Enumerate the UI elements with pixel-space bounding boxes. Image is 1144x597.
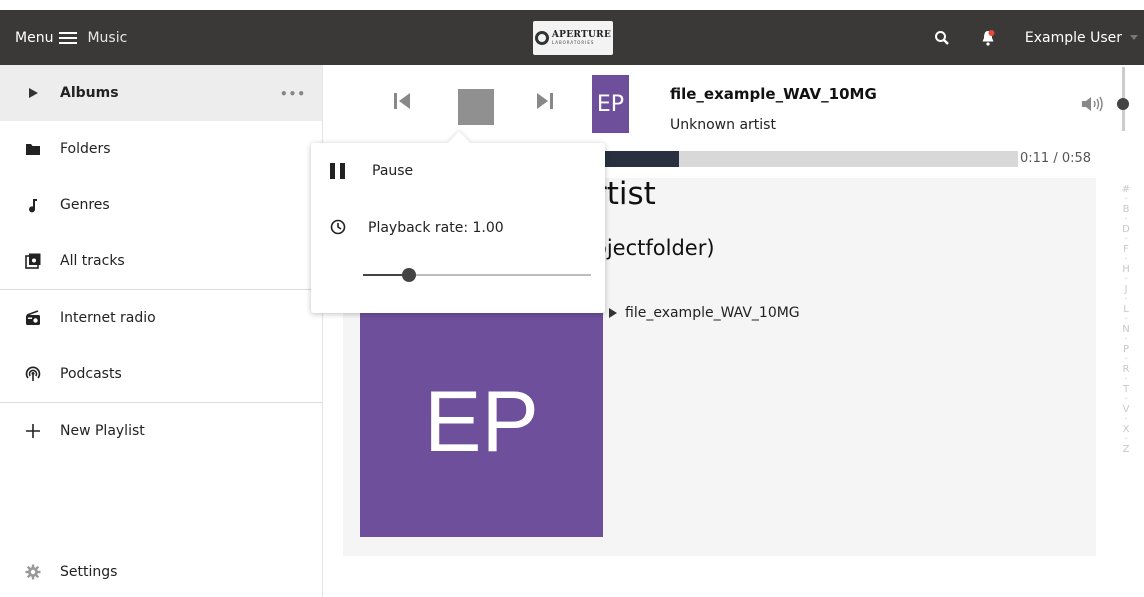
- pause-label: Pause: [372, 163, 414, 179]
- alphabet-index-dot: ·: [1124, 434, 1128, 445]
- playback-rate-label: Playback rate: 1.00: [368, 220, 504, 236]
- playback-time: 0:11 / 0:58: [1020, 151, 1092, 166]
- album-subtitle: ojectfolder): [594, 236, 715, 260]
- notification-icon[interactable]: [979, 29, 997, 47]
- plus-icon: [24, 422, 42, 440]
- pause-menu-item[interactable]: Pause: [330, 163, 413, 179]
- menu-toggle[interactable]: Menu Music: [0, 30, 127, 46]
- alphabet-index-dot: ·: [1124, 414, 1128, 425]
- sidebar-item-internet-radio[interactable]: Internet radio: [0, 290, 322, 346]
- play-triangle-icon: [609, 308, 617, 318]
- music-note-icon: [24, 196, 42, 214]
- sidebar-item-label: Podcasts: [60, 366, 122, 382]
- previous-track-button[interactable]: [394, 91, 412, 111]
- alphabet-index-dot: ·: [1124, 394, 1128, 405]
- settings-label: Settings: [60, 564, 118, 580]
- pause-icon: [330, 163, 348, 179]
- sidebar-item-all-tracks[interactable]: All tracks: [0, 233, 322, 289]
- sidebar-item-label: All tracks: [60, 253, 125, 269]
- app-name: Music: [87, 29, 128, 46]
- progress-bar[interactable]: [600, 151, 1018, 167]
- menu-label: Menu: [15, 29, 54, 46]
- now-playing-title: file_example_WAV_10MG: [670, 85, 877, 103]
- library-icon: [24, 252, 42, 270]
- sidebar-item-label: Internet radio: [60, 310, 156, 326]
- sidebar-item-podcasts[interactable]: Podcasts: [0, 346, 322, 402]
- next-track-button[interactable]: [535, 91, 553, 111]
- clock-icon: [330, 219, 348, 237]
- chevron-down-icon[interactable]: [1130, 35, 1138, 40]
- progress-bar-fill: [600, 151, 680, 167]
- folder-icon: [24, 140, 42, 158]
- alphabet-index-dot: ·: [1124, 234, 1128, 245]
- search-icon[interactable]: [933, 29, 951, 47]
- logo[interactable]: APERTURE LABORATORIES: [533, 21, 613, 55]
- sidebar-item-albums[interactable]: Albums •••: [0, 65, 322, 121]
- alphabet-index-dot: ·: [1124, 334, 1128, 345]
- hamburger-icon: [59, 31, 78, 44]
- alphabet-index-dot: ·: [1124, 214, 1128, 225]
- alphabet-index-dot: ·: [1124, 274, 1128, 285]
- alphabet-index-dot: ·: [1124, 314, 1128, 325]
- album-cover[interactable]: EP: [360, 308, 603, 537]
- track-title: file_example_WAV_10MG: [625, 305, 800, 321]
- alphabet-index-dot: ·: [1124, 354, 1128, 365]
- volume-slider-handle[interactable]: [1117, 98, 1129, 110]
- sidebar-item-folders[interactable]: Folders: [0, 121, 322, 177]
- sidebar-item-label: Folders: [60, 141, 111, 157]
- sidebar-item-label: Albums: [60, 85, 119, 101]
- alphabet-index-dot: ·: [1124, 374, 1128, 385]
- alphabet-index-dot: ·: [1124, 294, 1128, 305]
- stop-button[interactable]: [458, 89, 494, 125]
- more-options-icon[interactable]: •••: [280, 87, 306, 101]
- playback-rate-slider[interactable]: [363, 268, 591, 282]
- play-triangle-icon: [24, 84, 42, 102]
- gear-icon: [24, 563, 42, 581]
- radio-icon: [24, 309, 42, 327]
- podcast-icon: [24, 365, 42, 383]
- alphabet-index-dot: ·: [1124, 194, 1128, 205]
- now-playing-artist: Unknown artist: [670, 117, 776, 133]
- sidebar-item-genres[interactable]: Genres: [0, 177, 322, 233]
- settings-button[interactable]: Settings: [0, 547, 322, 597]
- alphabet-index-dot: ·: [1124, 254, 1128, 265]
- playback-rate-slider-handle[interactable]: [401, 268, 416, 282]
- sidebar-item-new-playlist[interactable]: New Playlist: [0, 403, 322, 459]
- aperture-logo-icon: [534, 31, 549, 45]
- now-playing-cover[interactable]: EP: [592, 75, 629, 133]
- volume-icon[interactable]: [1081, 95, 1107, 113]
- top-bar: Menu Music APERTURE LABORATORIES Example…: [0, 10, 1144, 65]
- sidebar: Albums ••• Folders Genres All tracks Int…: [0, 65, 323, 597]
- alphabet-index-letter[interactable]: Z: [1120, 443, 1132, 456]
- playback-rate-item: Playback rate: 1.00: [330, 219, 504, 237]
- sidebar-item-label: Genres: [60, 197, 110, 213]
- alphabet-index[interactable]: # · B · D · F · H · J · L · N · P · R · T · V · X · Z: [1120, 183, 1132, 456]
- playback-popup-menu: Pause Playback rate: 1.00: [311, 131, 605, 313]
- track-list-item[interactable]: file_example_WAV_10MG: [609, 305, 800, 321]
- sidebar-item-label: New Playlist: [60, 423, 145, 439]
- user-menu[interactable]: Example User: [1025, 30, 1122, 46]
